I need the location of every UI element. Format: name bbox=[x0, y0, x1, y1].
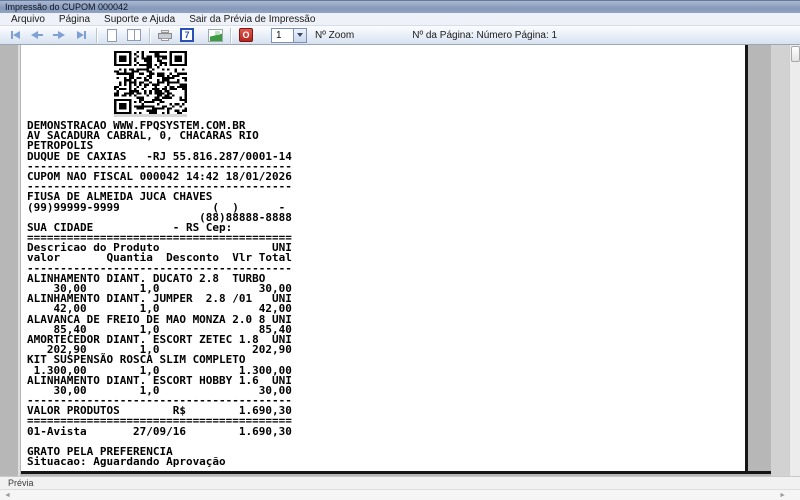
close-preview-icon: O bbox=[239, 28, 253, 42]
menu-bar: Arquivo Página Suporte e Ajuda Sair da Prév… bbox=[0, 13, 800, 26]
vertical-scrollbar-thumb[interactable] bbox=[791, 46, 800, 62]
toolbar: 7 O 1 Nº Zoom Nº da Página: Número Págin… bbox=[0, 26, 800, 45]
previous-page-button[interactable] bbox=[26, 27, 48, 44]
menu-item[interactable]: Sair da Prévia de Impressão bbox=[182, 13, 322, 26]
receipt-line: Situacao: Aguardando Aprovação bbox=[27, 455, 226, 469]
first-page-button[interactable] bbox=[4, 27, 26, 44]
single-page-view-button[interactable] bbox=[101, 27, 123, 44]
menu-item[interactable]: Suporte e Ajuda bbox=[97, 13, 182, 26]
menu-item[interactable]: Arquivo bbox=[4, 13, 52, 26]
export-button[interactable] bbox=[204, 27, 226, 44]
receipt-line: 01-Avista 27/09/16 1.690,30 bbox=[27, 424, 292, 438]
window-title: Impressão do CUPOM 000042 bbox=[5, 2, 129, 12]
zoom-select-value[interactable]: 1 bbox=[271, 27, 293, 43]
toolbar-separator bbox=[149, 27, 150, 43]
previous-page-icon bbox=[31, 31, 43, 39]
vertical-scrollbar[interactable] bbox=[789, 45, 800, 476]
title-bar: Impressão do CUPOM 000042 bbox=[0, 0, 800, 13]
status-label: Prévia bbox=[8, 478, 34, 488]
scroll-right-icon[interactable]: ► bbox=[779, 492, 786, 499]
chevron-down-icon bbox=[297, 33, 303, 37]
two-page-view-icon bbox=[127, 29, 141, 41]
last-page-icon bbox=[76, 31, 86, 39]
printer-icon bbox=[158, 29, 172, 41]
zoom-label: Nº Zoom bbox=[315, 29, 355, 41]
zoom-select-button[interactable] bbox=[293, 27, 307, 43]
receipt-text: DEMONSTRACAO WWW.FPQSYSTEM.COM.BR AV SACA… bbox=[27, 120, 292, 469]
next-page-button[interactable] bbox=[48, 27, 70, 44]
preview-margin bbox=[771, 45, 789, 476]
two-page-view-button[interactable] bbox=[123, 27, 145, 44]
export-icon bbox=[207, 28, 223, 42]
last-page-button[interactable] bbox=[70, 27, 92, 44]
next-page-icon bbox=[53, 31, 65, 39]
receipt-page: DEMONSTRACAO WWW.FPQSYSTEM.COM.BR AV SACA… bbox=[21, 45, 748, 471]
status-bar: Prévia bbox=[0, 476, 800, 489]
page-bottom-border bbox=[21, 471, 771, 474]
toolbar-separator bbox=[96, 27, 97, 43]
qr-code bbox=[114, 51, 187, 114]
horizontal-scrollbar[interactable]: ◄ ► bbox=[0, 489, 800, 500]
print-setup-button[interactable]: 7 bbox=[176, 27, 198, 44]
zoom-select[interactable]: 1 bbox=[271, 27, 307, 43]
qr-code-shadow bbox=[114, 114, 187, 117]
menu-item[interactable]: Página bbox=[52, 13, 97, 26]
toolbar-separator bbox=[230, 27, 231, 43]
print-button[interactable] bbox=[154, 27, 176, 44]
page-number-label: Nº da Página: Número Página: 1 bbox=[412, 29, 558, 41]
page-left-edge bbox=[18, 45, 20, 476]
close-preview-button[interactable]: O bbox=[235, 27, 257, 44]
scroll-left-icon[interactable]: ◄ bbox=[4, 492, 11, 499]
print-setup-icon: 7 bbox=[180, 28, 194, 42]
first-page-icon bbox=[10, 31, 20, 39]
single-page-view-icon bbox=[107, 28, 117, 42]
preview-area: DEMONSTRACAO WWW.FPQSYSTEM.COM.BR AV SACA… bbox=[0, 45, 800, 476]
